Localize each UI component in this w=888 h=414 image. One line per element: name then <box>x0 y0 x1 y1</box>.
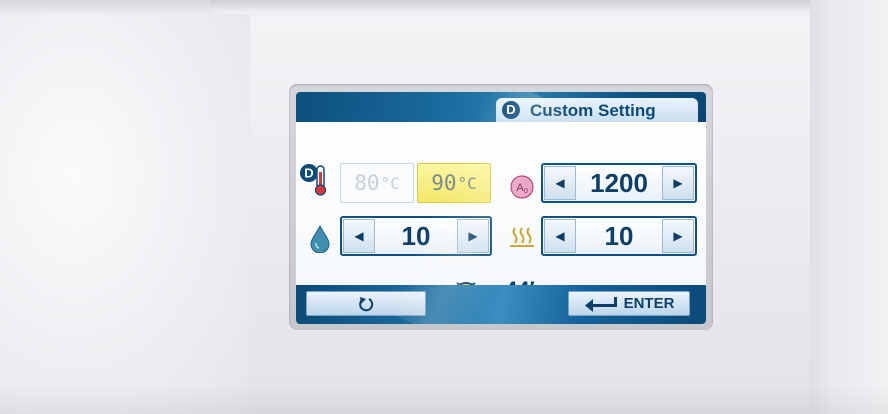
temp-90-button[interactable]: 90 °C <box>417 163 491 203</box>
header-bar: D Custom Setting <box>296 92 706 122</box>
a0-increase-button[interactable]: ▶ <box>662 166 694 200</box>
back-button[interactable] <box>306 291 426 316</box>
enter-arrow-icon <box>584 296 617 312</box>
temp-80-unit: °C <box>380 173 400 193</box>
drying-increase-button[interactable]: ▶ <box>457 219 489 253</box>
svg-text:0: 0 <box>524 188 528 195</box>
enter-button[interactable]: ENTER <box>568 291 690 316</box>
enter-label: ENTER <box>623 295 675 312</box>
touch-screen: D Custom Setting D 80 °C 90 °C A 0 ◀ 1200 … <box>296 92 706 324</box>
water-drop-icon <box>310 225 330 253</box>
drying-decrease-button[interactable]: ◀ <box>343 219 375 253</box>
a0-value: 1200 <box>590 167 648 198</box>
steam-icon <box>510 227 534 247</box>
steam-decrease-button[interactable]: ◀ <box>544 219 576 253</box>
temp-80-value: 80 <box>354 171 380 195</box>
steam-value: 10 <box>604 220 634 251</box>
a0-icon: A 0 <box>510 175 534 199</box>
device-right-edge <box>810 0 888 414</box>
back-arrow-icon <box>359 296 374 311</box>
a0-decrease-button[interactable]: ◀ <box>544 166 576 200</box>
program-d-icon: D <box>502 101 520 119</box>
temp-90-unit: °C <box>457 173 477 193</box>
page-title: Custom Setting <box>530 101 656 120</box>
title-tab: D Custom Setting <box>496 98 698 122</box>
steam-increase-button[interactable]: ▶ <box>662 219 694 253</box>
drying-stepper: ◀ 10 ▶ <box>340 216 492 256</box>
svg-text:D: D <box>304 166 313 181</box>
drying-value: 10 <box>401 220 431 251</box>
temp-80-button[interactable]: 80 °C <box>340 163 414 203</box>
thermometer-d-icon: D <box>300 164 327 196</box>
device-top-edge <box>210 0 810 14</box>
a0-stepper: ◀ 1200 ▶ <box>541 163 697 203</box>
settings-content: D 80 °C 90 °C A 0 ◀ 1200 ▶ ◀ 10 ▶ ◀ 10 ▶ <box>296 122 706 308</box>
temp-90-value: 90 <box>431 171 457 195</box>
device-left-panel <box>0 14 250 414</box>
steam-stepper: ◀ 10 ▶ <box>541 216 697 256</box>
device-bottom-shadow <box>0 384 888 414</box>
